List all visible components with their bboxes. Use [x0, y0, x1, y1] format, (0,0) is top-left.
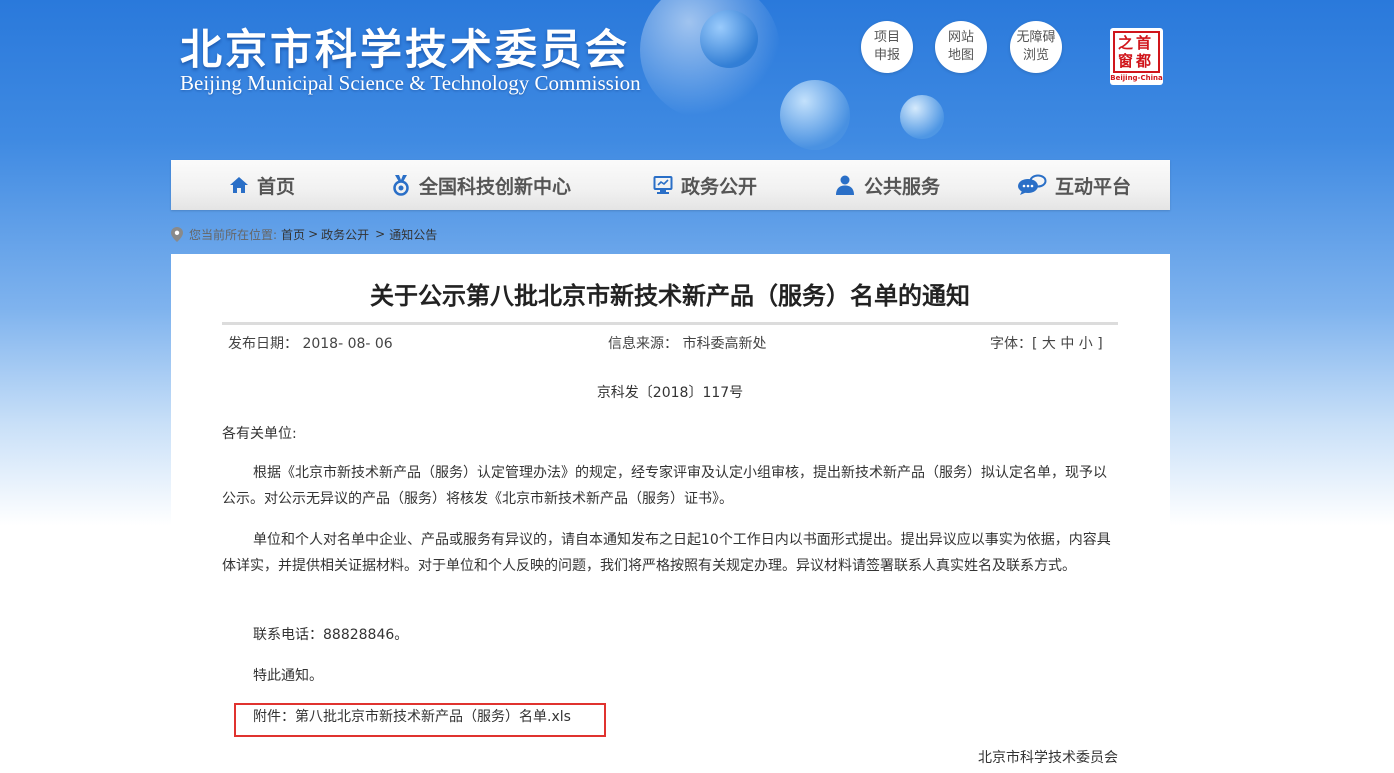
breadcrumb-prefix: 您当前所在位置:: [189, 227, 278, 242]
medal-icon: [393, 175, 409, 196]
article-card: [171, 254, 1170, 773]
nav-item-interaction[interactable]: 互动平台: [1017, 160, 1131, 210]
site-title: 北京市科学技术委员会: [180, 25, 631, 74]
decorative-bubble: [700, 10, 758, 68]
attachment-highlight-box: [234, 703, 606, 737]
main-nav: 首页 全国科技创新中心 政务公开 公共服务 互动平台: [171, 160, 1170, 210]
location-pin-icon: [171, 226, 183, 242]
info-source: 信息来源： 市科委高新处: [608, 336, 767, 352]
breadcrumb: 您当前所在位置: 首页 > 政务公开 > 通知公告: [171, 224, 437, 244]
breadcrumb-notices[interactable]: 通知公告: [389, 226, 437, 243]
accessibility-button[interactable]: 无障碍 浏览: [1010, 21, 1062, 73]
decorative-bubble: [780, 80, 850, 150]
person-icon: [836, 175, 854, 195]
breadcrumb-separator: >: [375, 227, 386, 241]
sitemap-button[interactable]: 网站 地图: [935, 21, 987, 73]
paragraph-2: 单位和个人对名单中企业、产品或服务有异议的，请自本通知发布之日起10个工作日内以…: [222, 532, 1111, 574]
breadcrumb-separator: >: [308, 227, 319, 241]
breadcrumb-home[interactable]: 首页: [281, 226, 305, 243]
nav-item-innovation-center[interactable]: 全国科技创新中心: [391, 160, 571, 210]
breadcrumb-government-affairs[interactable]: 政务公开: [321, 226, 369, 243]
article-title: 关于公示第八批北京市新技术新产品（服务）名单的通知: [370, 282, 970, 310]
nav-item-home[interactable]: 首页: [229, 160, 295, 210]
monitor-icon: [653, 176, 673, 194]
title-divider: [222, 322, 1118, 325]
document-number: 京科发〔2018〕117号: [596, 385, 744, 401]
site-title-english: Beijing Municipal Science & Technology C…: [180, 71, 641, 95]
paragraph-1: 根据《北京市新技术新产品（服务）认定管理办法》的规定，经专家评审及认定小组审核，…: [222, 465, 1107, 507]
decorative-bubble: [900, 95, 944, 139]
project-apply-button[interactable]: 项目 申报: [861, 21, 913, 73]
publish-date: 发布日期： 2018- 08- 06: [228, 336, 393, 352]
salutation: 各有关单位:: [222, 426, 297, 442]
site-header: 北京市科学技术委员会 Beijing Municipal Science & T…: [0, 0, 1394, 160]
nav-item-government-affairs[interactable]: 政务公开: [653, 160, 757, 210]
chat-icon: [1018, 174, 1047, 195]
closing-text: 特此通知。: [253, 668, 323, 684]
home-icon: [230, 177, 248, 193]
capital-window-logo[interactable]: 首 都 之 窗 Beijing-China: [1110, 28, 1163, 85]
contact-phone: 联系电话：88828846。: [253, 627, 409, 643]
nav-item-public-service[interactable]: 公共服务: [834, 160, 940, 210]
signature: 北京市科学技术委员会: [978, 750, 1118, 766]
font-size-switcher[interactable]: 字体：[ 大 中 小 ]: [990, 333, 1103, 353]
